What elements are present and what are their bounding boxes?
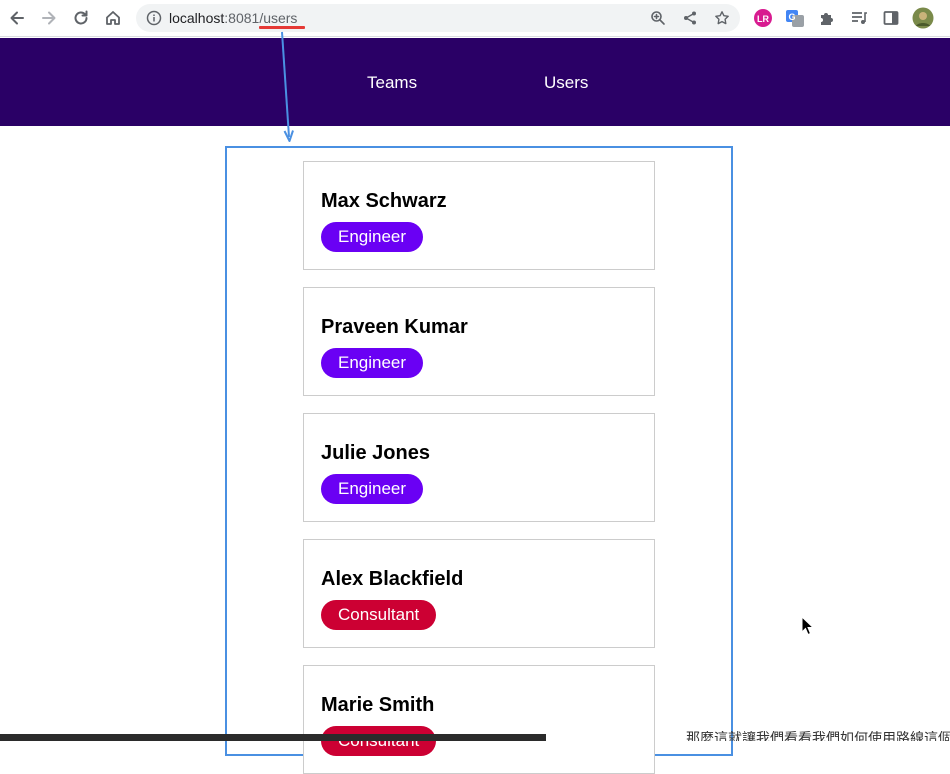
back-arrow-icon	[10, 11, 24, 25]
user-card: Alex Blackfield Consultant	[303, 539, 655, 648]
svg-text:G: G	[788, 12, 795, 22]
extensions-puzzle-icon[interactable]	[816, 7, 838, 29]
url-path-annotation-underline	[259, 26, 305, 29]
annotation-arrow	[281, 31, 294, 142]
user-name: Praveen Kumar	[321, 316, 468, 338]
user-card: Praveen Kumar Engineer	[303, 287, 655, 396]
zoom-icon[interactable]	[650, 10, 666, 26]
user-card: Marie Smith Consultant	[303, 665, 655, 774]
url-text[interactable]: localhost:8081/users	[169, 10, 297, 26]
user-name: Marie Smith	[321, 694, 435, 716]
forward-button[interactable]	[37, 6, 61, 30]
side-panel-icon[interactable]	[880, 7, 902, 29]
user-name: Max Schwarz	[321, 190, 447, 212]
reload-icon	[74, 10, 88, 25]
extension-lr-icon[interactable]: LR	[752, 7, 774, 29]
media-queue-icon[interactable]	[848, 7, 870, 29]
bookmark-star-icon[interactable]	[714, 10, 730, 26]
role-badge: Engineer	[321, 348, 424, 378]
role-badge: Consultant	[321, 600, 437, 630]
nav-link-users[interactable]: Users	[544, 73, 588, 93]
home-button[interactable]	[101, 6, 125, 30]
forward-arrow-icon	[42, 11, 56, 25]
user-card: Julie Jones Engineer	[303, 413, 655, 522]
back-button[interactable]	[5, 6, 29, 30]
bottom-dark-strip	[0, 734, 546, 741]
url-host: localhost	[169, 10, 225, 26]
subtitle-text: 那麼這就讓我們看看我們如何使用路線這個	[686, 731, 950, 741]
user-name: Julie Jones	[321, 442, 430, 464]
url-path: /users	[259, 10, 298, 26]
address-bar[interactable]: localhost:8081/users	[136, 4, 740, 32]
role-badge: Consultant	[321, 726, 437, 756]
translate-extension-icon[interactable]: G	[784, 7, 806, 29]
share-icon[interactable]	[682, 10, 698, 26]
home-icon	[106, 11, 120, 25]
role-badge: Engineer	[321, 222, 424, 252]
role-badge: Engineer	[321, 474, 424, 504]
site-header: Teams Users	[0, 38, 950, 126]
profile-avatar[interactable]	[912, 7, 934, 29]
mouse-cursor-icon	[801, 616, 815, 636]
site-info-icon[interactable]	[146, 10, 162, 26]
reload-button[interactable]	[69, 6, 93, 30]
user-name: Alex Blackfield	[321, 568, 464, 590]
user-card: Max Schwarz Engineer	[303, 161, 655, 270]
svg-text:LR: LR	[757, 14, 769, 24]
nav-link-teams[interactable]: Teams	[367, 73, 417, 93]
browser-toolbar: localhost:8081/users LR G	[0, 0, 950, 37]
url-port: :8081	[224, 10, 260, 26]
